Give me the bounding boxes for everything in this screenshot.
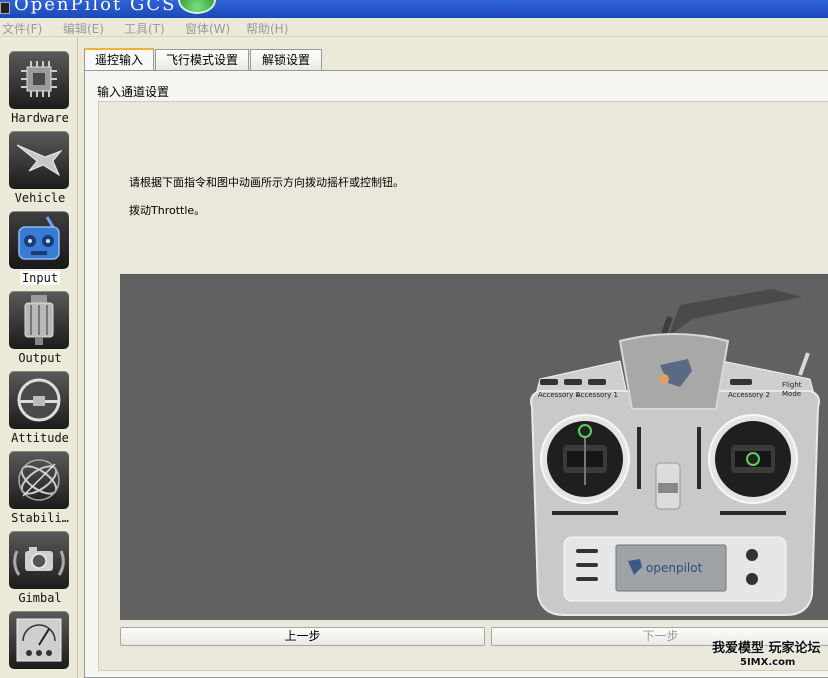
motor-icon [9, 291, 69, 349]
camera-icon [9, 531, 69, 589]
menu-bar: 文件(F) 编辑(E) 工具(T) 窗体(W) 帮助(H) [0, 18, 828, 37]
app-icon [0, 2, 10, 14]
mode-sidebar: Hardware Vehicle Input Output Attitude S… [0, 37, 78, 678]
sidebar-item-vehicle[interactable]: Vehicle [3, 127, 77, 207]
sidebar-label-input: Input [20, 271, 60, 285]
instruction-step: 拨动Throttle。 [129, 204, 206, 217]
sidebar-label-gimbal: Gimbal [18, 591, 62, 605]
sidebar-label-attitude: Attitude [11, 431, 69, 445]
watermark: 我爱模型 玩家论坛 5IMX.com [712, 637, 828, 678]
sidebar-label-vehicle: Vehicle [14, 191, 66, 205]
menu-help[interactable]: 帮助(H) [246, 20, 288, 37]
sidebar-item-output[interactable]: Output [3, 287, 77, 367]
aircraft-icon [9, 131, 69, 189]
sidebar-label-hardware: Hardware [11, 111, 69, 125]
flight-mode-label-2: Mode [782, 390, 801, 398]
tab-panel: 输入通道设置 请根据下面指令和图中动画所示方向拨动摇杆或控制钮。 拨动Throt… [84, 70, 828, 678]
horizon-icon [9, 371, 69, 429]
chip-icon [9, 51, 69, 109]
instruction-text: 请根据下面指令和图中动画所示方向拨动摇杆或控制钮。 [129, 176, 404, 189]
window-title: OpenPilot GCS [14, 0, 177, 15]
transmitter-icon [8, 210, 70, 270]
tab-arming[interactable]: 解锁设置 [250, 49, 322, 71]
prev-button[interactable]: 上一步 [120, 627, 485, 646]
menu-edit[interactable]: 编辑(E) [63, 20, 104, 37]
sidebar-item-gauge[interactable] [3, 607, 77, 678]
sidebar-item-hardware[interactable]: Hardware [3, 47, 77, 127]
flight-mode-label-1: Flight [782, 381, 802, 389]
group-title: 输入通道设置 [97, 85, 170, 99]
tab-rc-input[interactable]: 遥控输入 [84, 48, 154, 71]
input-group-box: 请根据下面指令和图中动画所示方向拨动摇杆或控制钮。 拨动Throttle。 Ac… [98, 101, 828, 671]
gyro-icon [9, 451, 69, 509]
brand-text: openpilot [646, 561, 703, 575]
menu-window[interactable]: 窗体(W) [185, 20, 230, 37]
menu-tools[interactable]: 工具(T) [124, 20, 165, 37]
accessory-1-label: Accessory 1 [576, 391, 618, 399]
sidebar-label-output: Output [18, 351, 62, 365]
accessory-0-label: Accessory 0 [538, 391, 580, 399]
sidebar-item-input[interactable]: Input [3, 207, 77, 287]
title-bar: OpenPilot GCS [0, 0, 828, 18]
transmitter-graphic: Accessory 0 Accessory 1 Accessory 2 Flig… [530, 289, 820, 616]
gauge-icon [9, 611, 69, 669]
tab-flight-mode[interactable]: 飞行模式设置 [155, 49, 249, 71]
sidebar-label-stabilization: Stabili… [11, 511, 69, 525]
sidebar-item-stabilization[interactable]: Stabili… [3, 447, 77, 527]
transmitter-animation: Accessory 0 Accessory 1 Accessory 2 Flig… [120, 274, 828, 620]
watermark-line-2: 5IMX.com [740, 657, 796, 668]
accessory-2-label: Accessory 2 [728, 391, 770, 399]
sidebar-item-attitude[interactable]: Attitude [3, 367, 77, 447]
green-orb-icon [178, 0, 216, 14]
watermark-line-1: 我爱模型 玩家论坛 [712, 641, 821, 656]
sidebar-item-gimbal[interactable]: Gimbal [3, 527, 77, 607]
menu-file[interactable]: 文件(F) [2, 20, 42, 37]
